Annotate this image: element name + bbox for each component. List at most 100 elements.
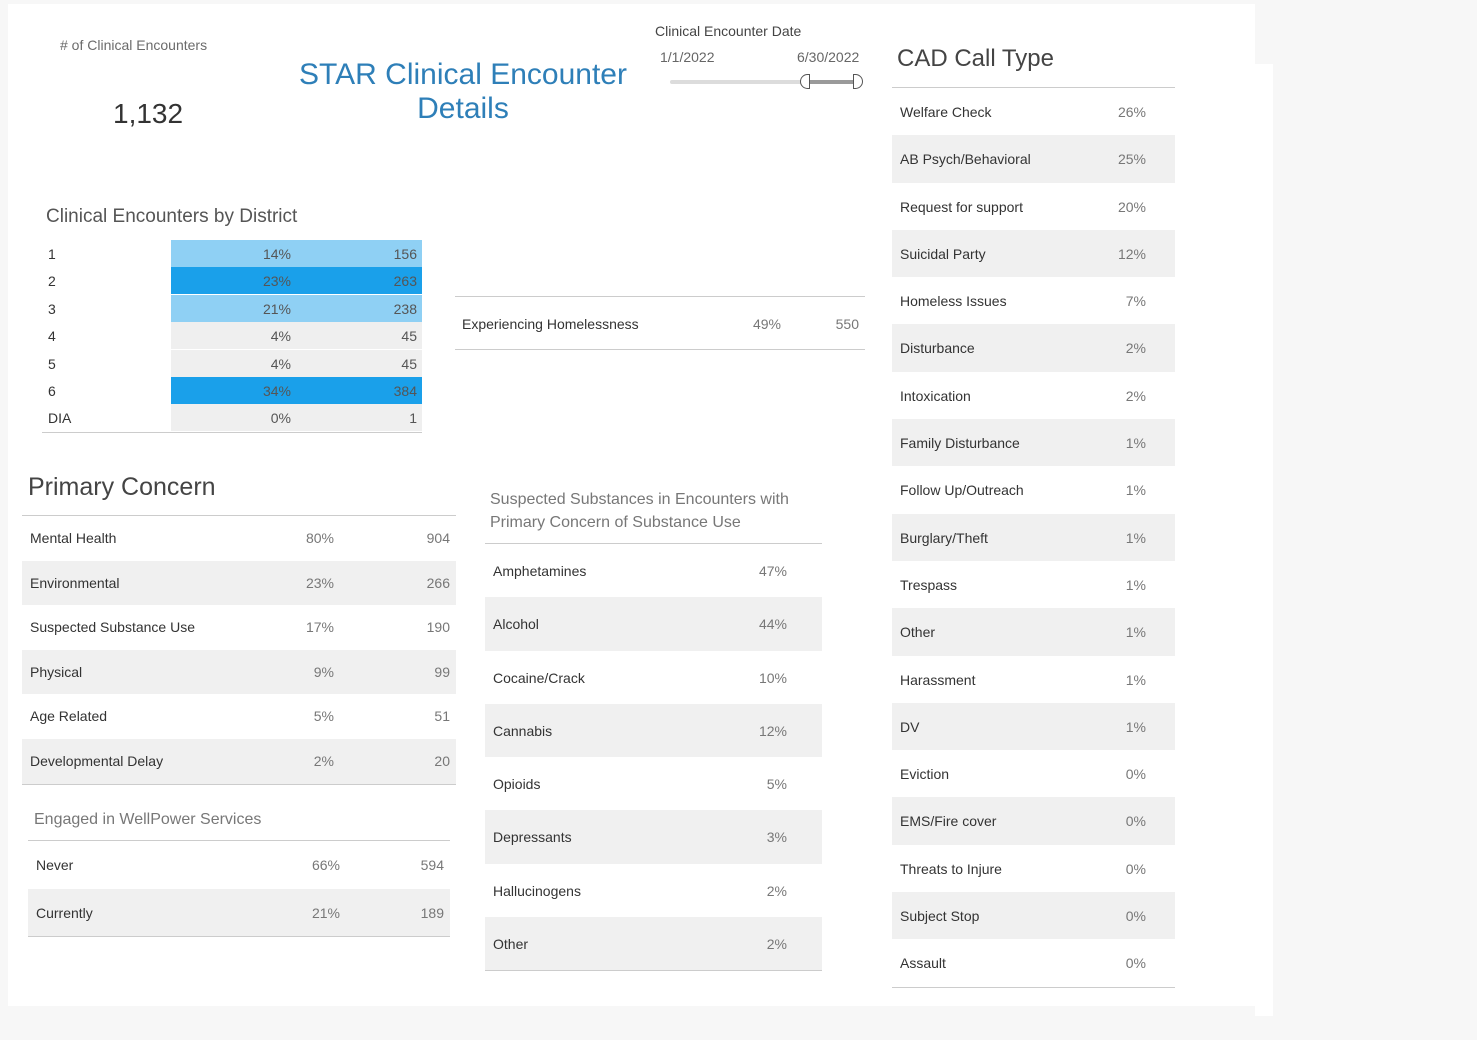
cad-row-pct: 1% xyxy=(1125,718,1146,735)
primary_concern-row[interactable]: Suspected Substance Use 17% 190 xyxy=(22,605,456,650)
date-start-handle[interactable] xyxy=(800,74,810,89)
cad-row[interactable]: Subject Stop 0% xyxy=(892,892,1175,940)
substances-row-pct: 10% xyxy=(758,669,787,686)
cad-row[interactable]: Threats to Injure 0% xyxy=(892,845,1175,892)
wellpower-row[interactable]: Never 66% 594 xyxy=(28,841,450,889)
district-row[interactable]: 6 34% 384 xyxy=(42,376,422,404)
substances-row[interactable]: Other 2% xyxy=(485,917,822,971)
substances-row-pct: 47% xyxy=(758,563,787,579)
cad-row-name: Welfare Check xyxy=(900,104,992,120)
district-pct: 23% xyxy=(262,273,291,290)
primary_concern-row-name: Physical xyxy=(30,663,83,680)
substances-title-line1: Suspected Substances in Encounters with xyxy=(490,491,789,508)
cad-row[interactable]: Follow Up/Outreach 1% xyxy=(892,466,1175,513)
cad-row[interactable]: Burglary/Theft 1% xyxy=(892,513,1175,561)
cad-row-pct: 0% xyxy=(1125,908,1146,925)
wellpower-row[interactable]: Currently 21% 189 xyxy=(28,888,450,936)
cad-row-pct: 1% xyxy=(1125,624,1146,641)
district-name: 4 xyxy=(48,328,56,345)
cad-row-name: Trespass xyxy=(900,576,958,593)
district-row[interactable]: 3 21% 238 xyxy=(42,294,422,322)
district-count: 45 xyxy=(401,355,417,372)
substances-row[interactable]: Depressants 3% xyxy=(485,810,822,864)
page-title: STAR Clinical Encounter Details xyxy=(280,58,646,126)
cad-row[interactable]: Assault 0% xyxy=(892,939,1175,986)
district-name: DIA xyxy=(48,410,72,427)
district-count: 263 xyxy=(393,273,417,290)
substances-row-name: Amphetamines xyxy=(493,563,587,579)
district-count: 156 xyxy=(393,246,417,262)
district-row[interactable]: DIA 0% 1 xyxy=(42,404,422,432)
wellpower-row-name: Never xyxy=(36,857,74,873)
cad-row[interactable]: EMS/Fire cover 0% xyxy=(892,797,1175,845)
cad-table-bottomline xyxy=(892,986,1175,988)
substances-row[interactable]: Amphetamines 47% xyxy=(485,544,822,597)
cad-row[interactable]: Intoxication 2% xyxy=(892,372,1175,419)
primary_concern-row-pct: 23% xyxy=(305,574,334,591)
cad-row-pct: 1% xyxy=(1125,671,1146,688)
substances-row[interactable]: Cocaine/Crack 10% xyxy=(485,651,822,704)
primary_concern-row[interactable]: Physical 9% 99 xyxy=(22,649,456,695)
primary_concern-row-count: 190 xyxy=(426,619,450,636)
substances-row[interactable]: Alcohol 44% xyxy=(485,597,822,651)
cad-row[interactable]: Harassment 1% xyxy=(892,656,1175,703)
primary_concern-row[interactable]: Developmental Delay 2% 20 xyxy=(22,738,456,784)
primary_concern-row[interactable]: Environmental 23% 266 xyxy=(22,560,456,606)
cad-table: Welfare Check 26% AB Psych/Behavioral 25% Re… xyxy=(892,87,1175,988)
district-row[interactable]: 4 4% 45 xyxy=(42,322,422,350)
primary_concern-row-count: 266 xyxy=(426,574,450,591)
cad-row[interactable]: Eviction 0% xyxy=(892,750,1175,797)
substances-row[interactable]: Cannabis 12% xyxy=(485,703,822,758)
cad-row-pct: 1% xyxy=(1125,435,1146,452)
substances-row-pct: 2% xyxy=(766,882,787,899)
cad-row-pct: 0% xyxy=(1125,766,1146,783)
dashboard-edge xyxy=(1255,64,1273,1016)
substances-table: Amphetamines 47% Alcohol 44% Cocaine/Crack 10… xyxy=(485,543,822,972)
substances-row[interactable]: Hallucinogens 2% xyxy=(485,864,822,917)
cad-row-name: Suicidal Party xyxy=(900,245,986,262)
substances-row-pct: 5% xyxy=(766,776,787,793)
encounters-kpi-value: 1,132 xyxy=(113,98,184,129)
cad-row-name: Request for support xyxy=(900,198,1023,215)
cad-row[interactable]: Homeless Issues 7% xyxy=(892,277,1175,324)
cad-row[interactable]: Disturbance 2% xyxy=(892,324,1175,372)
cad-row[interactable]: Other 1% xyxy=(892,608,1175,656)
cad-row[interactable]: Trespass 1% xyxy=(892,561,1175,608)
primary_concern-row[interactable]: Age Related 5% 51 xyxy=(22,694,456,739)
primary_concern-row-count: 51 xyxy=(434,708,450,725)
homelessness-row[interactable]: Experiencing Homelessness 49% 550 xyxy=(455,296,865,350)
district-row[interactable]: 5 4% 45 xyxy=(42,349,422,377)
cad-row-name: Burglary/Theft xyxy=(900,529,988,546)
district-name: 1 xyxy=(48,246,56,262)
district-row[interactable]: 2 23% 263 xyxy=(42,267,422,295)
cad-row-name: Harassment xyxy=(900,671,976,688)
substances-row-name: Cocaine/Crack xyxy=(493,669,585,686)
district-count: 1 xyxy=(409,410,417,427)
primary_concern-row[interactable]: Mental Health 80% 904 xyxy=(22,516,456,561)
cad-row[interactable]: AB Psych/Behavioral 25% xyxy=(892,135,1175,183)
cad-row[interactable]: Request for support 20% xyxy=(892,183,1175,230)
wellpower-table-bottomline xyxy=(28,936,450,937)
cad-row[interactable]: DV 1% xyxy=(892,702,1175,751)
cad-row-pct: 1% xyxy=(1125,529,1146,546)
district-pct: 4% xyxy=(270,328,291,345)
date-filter-start: 1/1/2022 xyxy=(660,49,715,65)
cad-row-pct: 12% xyxy=(1117,245,1146,262)
substances-row[interactable]: Opioids 5% xyxy=(485,757,822,810)
cad-row-pct: 1% xyxy=(1125,482,1146,499)
primary_concern-row-name: Developmental Delay xyxy=(30,752,164,769)
homelessness-pct: 49% xyxy=(752,316,781,332)
substances-title: Suspected Substances in Encounters with … xyxy=(490,488,789,534)
cad-row-name: Family Disturbance xyxy=(900,435,1020,452)
cad-row-name: Threats to Injure xyxy=(900,860,1002,877)
district-pct: 4% xyxy=(270,355,291,372)
cad-row-pct: 2% xyxy=(1125,387,1146,404)
cad-row-name: AB Psych/Behavioral xyxy=(900,151,1031,168)
cad-row[interactable]: Suicidal Party 12% xyxy=(892,229,1175,278)
district-row[interactable]: 1 14% 156 xyxy=(42,240,422,267)
substances-table-bottomline xyxy=(485,970,822,972)
cad-row[interactable]: Family Disturbance 1% xyxy=(892,419,1175,467)
district-name: 6 xyxy=(48,382,56,399)
cad-row[interactable]: Welfare Check 26% xyxy=(892,88,1175,135)
cad-row-pct: 2% xyxy=(1125,340,1146,357)
